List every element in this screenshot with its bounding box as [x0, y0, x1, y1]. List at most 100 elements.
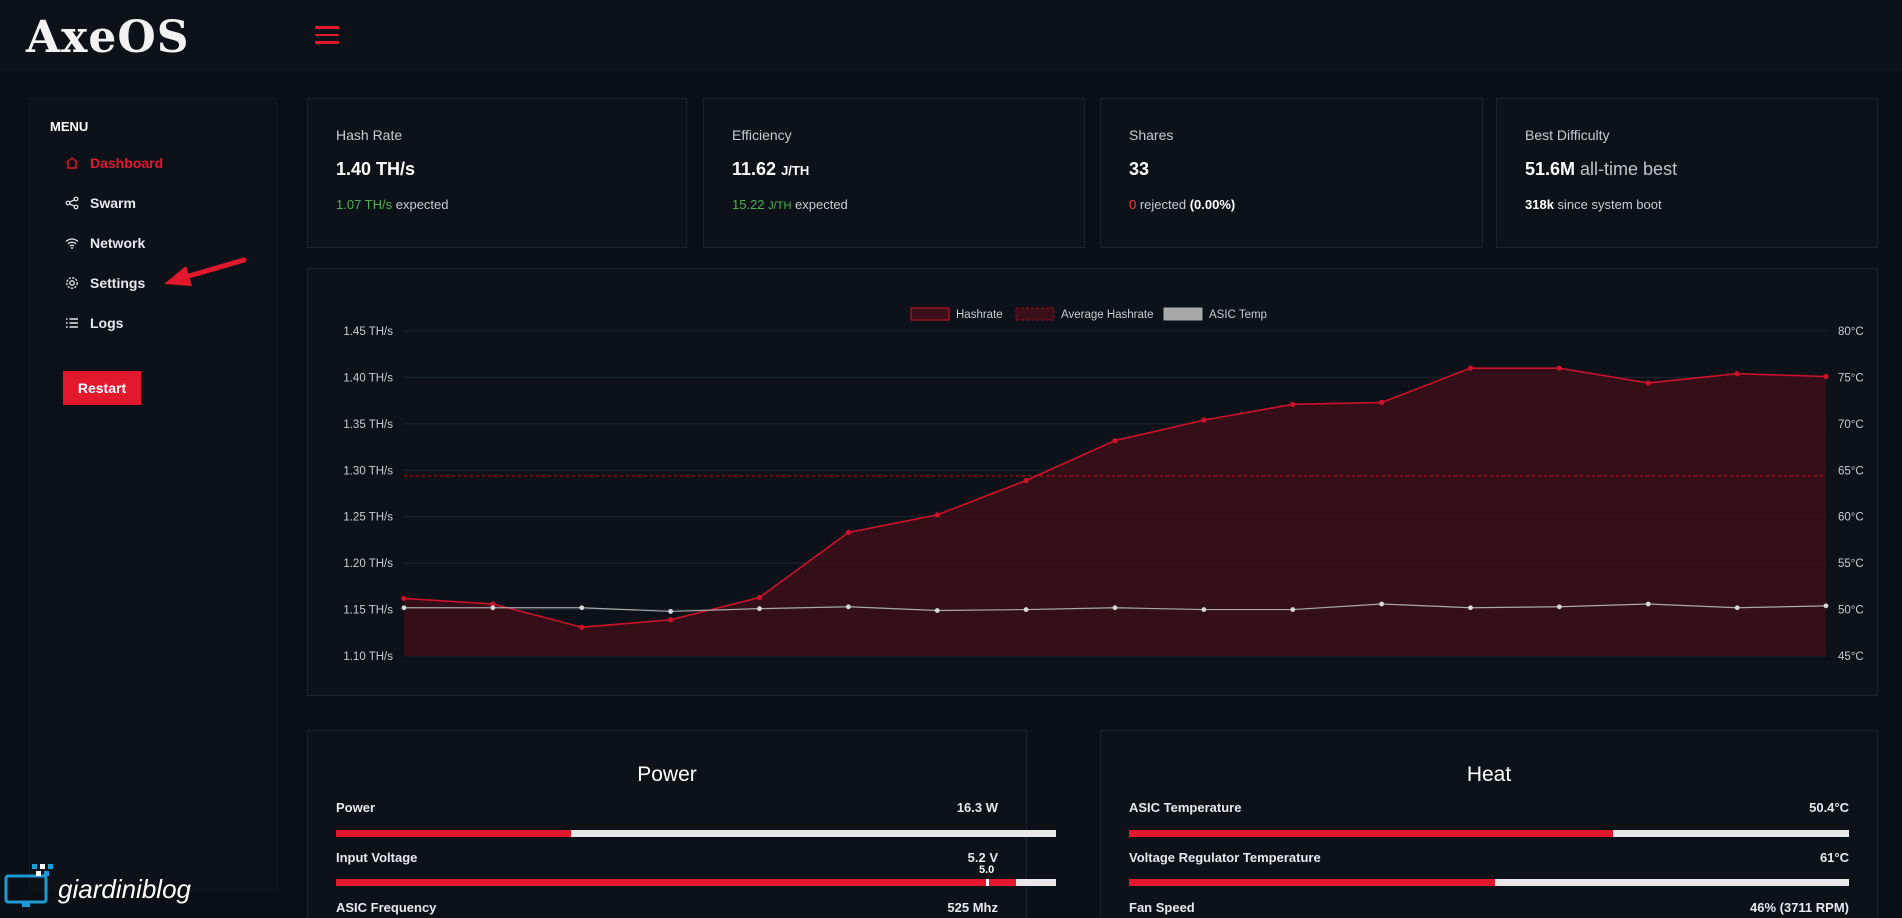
efficiency-number: 11.62 [732, 159, 777, 179]
input-voltage-label: Input Voltage [336, 850, 418, 865]
sidebar-item-logs[interactable]: Logs [64, 311, 123, 335]
y-right-tick-label: 50°C [1838, 605, 1864, 617]
legend-swatch [910, 307, 950, 321]
best-difficulty-card: Best Difficulty 51.6M all-time best 318k… [1496, 98, 1878, 248]
asic-temp-point [490, 605, 496, 611]
sidebar-item-settings[interactable]: Settings [64, 271, 145, 295]
best-difficulty-number: 51.6M [1525, 159, 1576, 179]
y-left-tick-label: 1.20 TH/s [343, 558, 393, 570]
y-left-tick-label: 1.15 TH/s [343, 605, 393, 617]
best-difficulty-suffix: all-time best [1575, 159, 1678, 179]
share-icon [64, 195, 80, 211]
asic-temp-point [1823, 603, 1829, 609]
legend-label: ASIC Temp [1209, 309, 1267, 321]
y-right-tick-label: 60°C [1838, 512, 1864, 524]
asic-temp-point [579, 605, 585, 611]
shares-card: Shares 33 0 rejected (0.00%) [1100, 98, 1483, 248]
asic-temperature-bar [1129, 830, 1849, 837]
power-label: Power [336, 800, 376, 815]
hashrate-expected: 1.07 TH/s expected [336, 197, 449, 212]
efficiency-unit: J/TH [781, 163, 810, 178]
legend-label: Average Hashrate [1061, 309, 1153, 321]
asic-temp-point [1023, 607, 1029, 612]
y-left-tick-label: 1.40 TH/s [343, 372, 393, 384]
sidebar-item-label: Swarm [90, 195, 136, 211]
asic-frequency-value: 525 Mhz [947, 900, 998, 915]
efficiency-expected-unit: J/TH [768, 200, 792, 212]
y-right-tick-label: 45°C [1838, 651, 1864, 663]
input-voltage-marker-label: 5.0 [979, 864, 995, 876]
legend-swatch [1163, 307, 1203, 321]
best-difficulty-value: 51.6M all-time best [1525, 159, 1677, 180]
hashrate-point [1734, 371, 1740, 377]
legend-label: Hashrate [956, 309, 1003, 321]
hashrate-chart: 1.45 TH/s 1.40 TH/s 1.35 TH/s 1.30 TH/s 1.25… [343, 307, 1864, 663]
efficiency-expected-value: 15.22 [732, 197, 765, 212]
gear-icon [64, 275, 80, 291]
vr-temperature-value: 61°C [1819, 850, 1849, 865]
sidebar-item-label: Network [90, 235, 146, 251]
asic-temperature-value: 50.4°C [1809, 800, 1849, 815]
y-left-tick-label: 1.45 TH/s [343, 326, 393, 338]
asic-temp-point [1734, 605, 1740, 611]
hashrate-point [1556, 365, 1562, 371]
shares-rejected-pct: (0.00%) [1189, 197, 1236, 212]
power-title: Power [637, 763, 697, 786]
menu-toggle-icon[interactable] [315, 26, 339, 44]
sidebar-item-label: Logs [90, 315, 124, 331]
legend-swatch [1015, 307, 1055, 321]
hashrate-point [1823, 373, 1829, 380]
asic-temperature-bar-fill [1129, 830, 1613, 837]
efficiency-card: Efficiency 11.62 J/TH 15.22 J/TH expecte… [703, 98, 1085, 248]
input-voltage-bar [336, 879, 1056, 886]
hashrate-point [1201, 417, 1207, 423]
hashrate-area [404, 368, 1826, 656]
hashrate-card: Hash Rate 1.40 TH/s 1.07 TH/s expected [307, 98, 687, 248]
hashrate-point [1379, 399, 1385, 406]
menu-title: MENU [50, 119, 89, 134]
y-right-tick-label: 70°C [1838, 419, 1864, 431]
y-right-tick-label: 75°C [1838, 372, 1864, 384]
vr-temperature-label: Voltage Regulator Temperature [1129, 850, 1321, 865]
asic-temp-point [1468, 605, 1473, 611]
list-icon [64, 315, 80, 331]
y-left-tick-label: 1.25 TH/s [343, 512, 393, 524]
hashrate-point [1023, 477, 1029, 484]
input-voltage-value: 5.2 V [967, 850, 998, 865]
y-right-tick-label: 55°C [1838, 558, 1864, 570]
y-right-tick-label: 80°C [1838, 326, 1864, 338]
hashrate-expected-value: 1.07 TH/s [336, 197, 393, 212]
input-voltage-marker [986, 879, 989, 886]
asic-temp-point [668, 609, 674, 614]
hashrate-point [401, 595, 407, 602]
fan-speed-value: 46% (3711 RPM) [1750, 900, 1849, 915]
sidebar-item-network[interactable]: Network [64, 231, 145, 255]
vr-temperature-bar [1129, 879, 1849, 886]
hashrate-point [845, 529, 851, 536]
input-voltage-bar-fill [336, 879, 1017, 886]
shares-rejected-text: rejected [1136, 197, 1190, 212]
best-difficulty-boot-suffix: since system boot [1553, 197, 1662, 212]
efficiency-expected: 15.22 J/TH expected [732, 197, 848, 212]
top-bar: AxeOS [0, 0, 1902, 70]
efficiency-expected-suffix: expected [791, 197, 848, 212]
sidebar-item-dashboard[interactable]: Dashboard [64, 151, 163, 175]
restart-button[interactable]: Restart [63, 371, 141, 405]
asic-temp-point [1379, 601, 1385, 607]
hashrate-point [668, 617, 674, 623]
best-difficulty-boot: 318k since system boot [1525, 197, 1662, 212]
sidebar-item-swarm[interactable]: Swarm [64, 191, 136, 215]
heat-panel: Heat ASIC Temperature 50.4°C Voltage Reg… [1100, 730, 1878, 918]
hashrate-point [1467, 365, 1474, 371]
sidebar: MENU Dashboard Swarm Network Settings Lo… [29, 98, 277, 890]
asic-temperature-label: ASIC Temperature [1129, 800, 1242, 815]
hashrate-chart-card: 1.45 TH/s 1.40 TH/s 1.35 TH/s 1.30 TH/s 1.25… [307, 268, 1878, 696]
hashrate-point [1645, 380, 1651, 386]
shares-label: Shares [1129, 127, 1174, 143]
y-left-tick-label: 1.10 TH/s [343, 651, 393, 663]
hashrate-point [1112, 437, 1118, 444]
app-logo[interactable]: AxeOS [26, 12, 189, 63]
asic-temp-point [1290, 607, 1296, 612]
hashrate-point [934, 512, 940, 518]
asic-temp-point [1112, 605, 1118, 611]
